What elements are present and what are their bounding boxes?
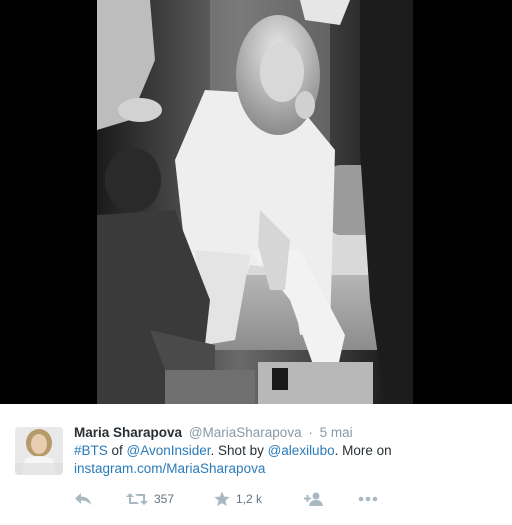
retweet-count[interactable]: 357 [154, 492, 174, 506]
more-button[interactable] [358, 488, 378, 510]
mention-link[interactable]: @alexilubo [268, 443, 335, 458]
retweet-button[interactable]: 357 [126, 488, 174, 510]
author-name[interactable]: Maria Sharapova [74, 425, 182, 440]
separator: · [308, 425, 313, 440]
like-count[interactable]: 1,2 k [236, 492, 262, 506]
like-button[interactable]: 1,2 k [214, 488, 262, 510]
tweet-actions: 357 1,2 k [74, 488, 494, 510]
tweet-card: Maria Sharapova @MariaSharapova · 5 mai … [0, 404, 512, 525]
reply-icon [74, 492, 92, 506]
tweet-text: #BTS of @AvonInsider. Shot by @alexilubo… [74, 442, 504, 478]
author-handle[interactable]: @MariaSharapova [189, 425, 302, 440]
follow-icon [304, 492, 324, 506]
text-segment: . More on [334, 443, 392, 458]
follow-button[interactable] [304, 488, 324, 510]
tweet-photo[interactable] [0, 0, 512, 404]
more-icon [358, 496, 378, 502]
mention-link[interactable]: @AvonInsider [127, 443, 211, 458]
reply-button[interactable] [74, 488, 92, 510]
tweet-header: Maria Sharapova @MariaSharapova · 5 mai [74, 424, 504, 441]
text-segment: of [107, 443, 127, 458]
url-link[interactable]: instagram.com/MariaSharapova [74, 461, 265, 476]
star-icon [214, 491, 230, 507]
timestamp[interactable]: 5 mai [320, 425, 353, 440]
hashtag-link[interactable]: #BTS [74, 443, 108, 458]
retweet-icon [126, 492, 148, 506]
tweet-content: Maria Sharapova @MariaSharapova · 5 mai … [74, 424, 504, 478]
text-segment: . Shot by [210, 443, 268, 458]
avatar[interactable] [15, 427, 63, 475]
